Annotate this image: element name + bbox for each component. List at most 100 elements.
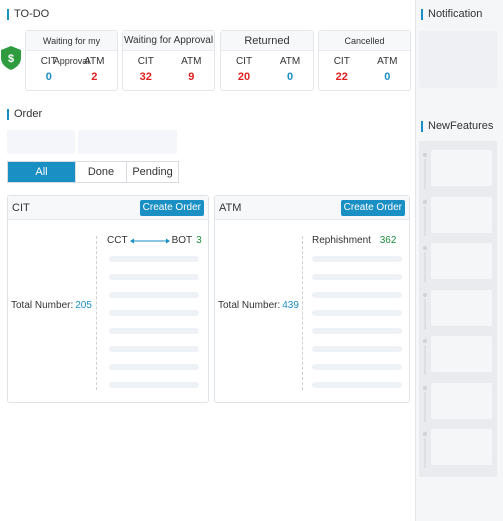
cit-label: CIT <box>137 56 154 67</box>
cit-count[interactable]: 32 <box>123 71 169 83</box>
atm-label: ATM <box>377 56 398 67</box>
row-placeholder <box>312 274 402 280</box>
row-placeholder <box>109 256 199 262</box>
row-placeholder <box>312 328 402 334</box>
timeline-stem <box>424 345 426 375</box>
section-marker <box>421 120 423 132</box>
route-row[interactable]: CCT BOT 3 <box>107 235 202 246</box>
notification-panel[interactable] <box>419 31 497 88</box>
timeline-stem <box>424 252 426 282</box>
cit-order-panel: CIT Create Order Total Number: 205 <box>7 195 209 403</box>
feature-item[interactable] <box>431 290 492 326</box>
todo-card-waiting-my-approval[interactable]: Waiting for my Approval CIT 0 ATM 2 <box>25 30 118 91</box>
double-arrow-icon <box>129 238 170 243</box>
row-placeholder <box>109 292 199 298</box>
feature-item[interactable] <box>431 336 492 372</box>
total-number: Total Number: 439 <box>218 300 299 311</box>
filter-placeholder[interactable] <box>7 130 75 154</box>
todo-card-cancelled[interactable]: Cancelled CIT 22 ATM 0 <box>318 30 411 91</box>
newfeatures-section-title: NewFeatures <box>421 120 493 132</box>
order-tabs: All Released Done Pending <box>7 161 179 198</box>
panel-title: ATM <box>219 202 242 214</box>
atm-count[interactable]: 2 <box>72 71 118 83</box>
cit-label: CIT <box>40 56 57 67</box>
atm-count[interactable]: 9 <box>169 71 215 83</box>
feature-item[interactable] <box>431 150 492 186</box>
timeline-dot <box>423 200 427 204</box>
section-marker <box>7 108 9 120</box>
atm-label: ATM <box>279 56 301 67</box>
total-number: Total Number: 205 <box>11 300 92 311</box>
filter-placeholder[interactable] <box>78 130 177 154</box>
total-value[interactable]: 439 <box>282 300 299 311</box>
tab-all-released[interactable]: All Released <box>8 162 76 198</box>
shield-dollar-icon: $ <box>1 46 21 70</box>
create-order-button[interactable]: Create Order <box>340 200 405 216</box>
cit-count[interactable]: 20 <box>221 71 267 83</box>
route-from: CCT <box>107 235 128 246</box>
route-to: BOT <box>171 235 193 246</box>
timeline-stem <box>424 299 426 329</box>
atm-count[interactable]: 0 <box>267 71 313 83</box>
order-section-title: Order <box>7 108 42 120</box>
timeline-stem <box>424 206 426 236</box>
timeline-dot <box>423 293 427 297</box>
todo-card-returned[interactable]: Returned CIT 20 ATM 0 <box>220 30 314 91</box>
row-placeholder <box>312 292 402 298</box>
feature-item[interactable] <box>431 429 492 465</box>
todo-section-title: TO-DO <box>7 8 49 20</box>
row-placeholder <box>109 346 199 352</box>
atm-label: ATM <box>181 56 202 67</box>
timeline-dot <box>423 246 427 250</box>
timeline-stem <box>424 438 426 468</box>
total-label: Total Number: <box>218 300 281 311</box>
timeline-dot <box>423 386 427 390</box>
card-title: Cancelled <box>319 31 410 51</box>
panel-title: CIT <box>12 202 30 214</box>
item-count: 362 <box>379 235 397 246</box>
todo-title: TO-DO <box>14 8 50 20</box>
row-placeholder <box>312 382 402 388</box>
item-row[interactable]: Rephishment 362 <box>312 235 396 246</box>
notification-section-title: Notification <box>421 8 482 20</box>
cit-count[interactable]: 22 <box>319 71 365 83</box>
total-label: Total Number: <box>11 300 74 311</box>
timeline-dot <box>423 432 427 436</box>
card-title: Waiting for Approval <box>123 31 214 51</box>
card-title: Waiting for my Approval <box>26 31 117 66</box>
item-name: Rephishment <box>312 235 371 246</box>
tab-done[interactable]: Done <box>76 162 127 182</box>
total-value[interactable]: 205 <box>75 300 92 311</box>
route-count: 3 <box>196 235 202 246</box>
order-title: Order <box>14 108 43 120</box>
feature-item[interactable] <box>431 243 492 279</box>
section-marker <box>421 8 423 20</box>
svg-text:$: $ <box>8 53 14 65</box>
row-placeholder <box>109 364 199 370</box>
atm-count[interactable]: 0 <box>365 71 411 83</box>
divider <box>96 236 97 390</box>
row-placeholder <box>312 256 402 262</box>
timeline-stem <box>424 159 426 189</box>
row-placeholder <box>312 346 402 352</box>
row-placeholder <box>109 328 199 334</box>
todo-card-waiting-approval[interactable]: Waiting for Approval CIT 32 ATM 9 <box>122 30 215 91</box>
timeline-dot <box>423 153 427 157</box>
feature-item[interactable] <box>431 383 492 419</box>
card-title: Returned <box>221 31 313 51</box>
row-placeholder <box>109 274 199 280</box>
newfeatures-title: NewFeatures <box>428 120 494 132</box>
notification-title: Notification <box>428 8 483 20</box>
cit-label: CIT <box>235 56 253 67</box>
tab-pending[interactable]: Pending <box>127 162 178 182</box>
row-placeholder <box>312 310 402 316</box>
section-marker <box>7 8 9 20</box>
cit-label: CIT <box>333 56 350 67</box>
row-placeholder <box>109 382 199 388</box>
create-order-button[interactable]: Create Order <box>139 200 204 216</box>
feature-item[interactable] <box>431 197 492 233</box>
timeline-stem <box>424 392 426 422</box>
cit-count[interactable]: 0 <box>26 71 72 83</box>
timeline-dot <box>423 339 427 343</box>
atm-order-panel: ATM Create Order Total Number: 439 <box>214 195 410 403</box>
